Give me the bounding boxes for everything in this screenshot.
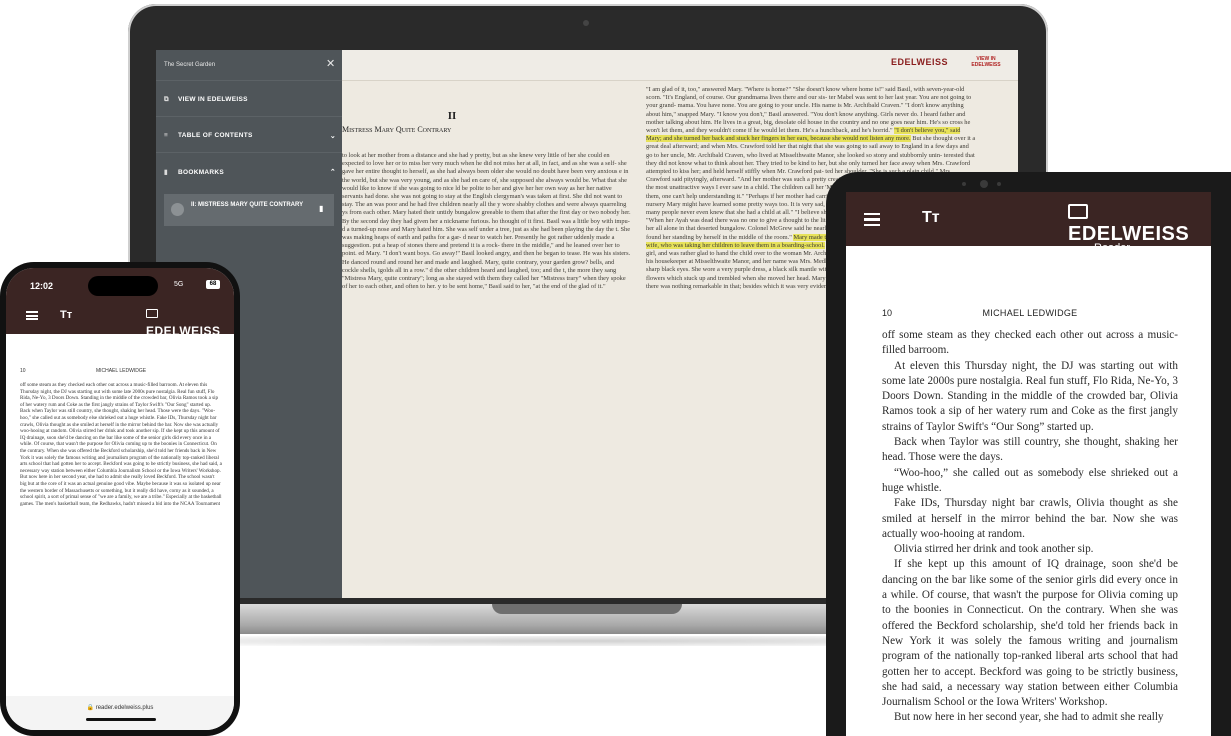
phone-brand-logo: EDELWEISS Reader [146,304,234,345]
bookmark-entry[interactable]: II: MISTRESS MARY QUITE CONTRARY ▮ [164,194,334,226]
phone-screen: 12:02 5G 68 Tт EDELWEISS Reader 10 MICHA… [6,268,234,730]
paragraph: Olivia stirred her drink and took anothe… [894,543,1094,556]
paragraph: If she kept up this amount of IQ drainag… [882,558,1178,709]
sidebar-divider [156,152,342,153]
bookmark-icon: ▮ [164,169,168,176]
tablet-screen: Tт EDELWEISS Reader 10 MICHAEL LEDWIDGE … [846,192,1211,736]
chapter-number: II [447,110,457,122]
battery-icon: 68 [206,280,220,289]
list-icon: ≡ [164,132,169,139]
signal-indicator: 5G [174,281,184,288]
home-indicator[interactable] [86,718,156,721]
tablet-sensor [997,182,1001,186]
dynamic-island [88,276,158,296]
sidebar-item-toc[interactable]: ≡ TABLE OF CONTENTS ⌄ [164,132,336,146]
menu-icon[interactable] [864,213,880,226]
sidebar-item-label: BOOKMARKS [178,169,225,176]
bookmark-title: II: MISTRESS MARY QUITE CONTRARY [191,202,304,208]
sidebar-divider [156,80,342,81]
laptop-brand-logo: EDELWEISS [890,57,948,67]
phone-app-bar: Tт EDELWEISS Reader [6,300,234,345]
book-icon [146,309,158,318]
paragraph: At eleven this Thursday night, the DJ wa… [882,359,1178,433]
author-header: MICHAEL LEDWIDGE [95,368,147,374]
paragraph: “Woo-hoo,” she called out as somebody el… [882,466,1178,494]
laptop-camera [583,20,589,26]
tablet-camera [980,180,988,188]
laptop-left-text: to look at her mother from a distance an… [342,152,631,291]
chapter-title: Mistress Mary Quite Contrary [342,125,452,134]
tablet-sensor [962,182,966,186]
tablet-app-bar: Tт EDELWEISS Reader [846,192,1211,254]
paragraph: Back when Taylor was still country, she … [882,436,1178,464]
chevron-up-icon: ⌃ [329,169,336,176]
phone-frame: 12:02 5G 68 Tт EDELWEISS Reader 10 MICHA… [0,262,240,736]
paragraph: off some steam as they checked each othe… [882,329,1178,357]
laptop-notch [492,604,682,614]
phone-page-header: 10 MICHAEL LEDWIDGE [20,368,222,374]
external-link-icon: ⧉ [164,96,169,103]
book-icon [1068,204,1088,219]
laptop-view-in-button[interactable]: VIEW IN EDELWEISS [968,56,1004,68]
sidebar-item-label: TABLE OF CONTENTS [178,132,253,139]
phone-time: 12:02 [30,281,54,291]
sidebar-divider [156,116,342,117]
phone-page-text: off some steam as they checked each othe… [20,382,222,507]
sidebar-item-bookmarks[interactable]: ▮ BOOKMARKS ⌃ [164,168,336,182]
phone-url-bar[interactable] [6,696,234,730]
text-size-icon[interactable]: Tт [60,309,72,321]
sidebar-book-title: The Secret Garden [164,62,216,68]
trash-icon[interactable]: ▮ [319,204,323,213]
phone-status-bar: 12:02 5G 68 [6,268,234,300]
brand-name: EDELWEISS [146,324,221,338]
tablet-page-text: off some steam as they checked each othe… [882,328,1178,726]
brand-sub: Reader [164,338,187,345]
phone-url[interactable]: 🔒 reader.edelweiss.plus [6,704,234,711]
laptop-left-page: II Mistress Mary Quite Contrary to look … [342,80,632,598]
bookmark-avatar [171,203,184,216]
menu-icon[interactable] [26,311,38,320]
text-size-icon[interactable]: Tт [922,209,940,227]
close-icon[interactable]: ✕ [326,57,335,70]
author-header: MICHAEL LEDWIDGE [982,308,1078,318]
chevron-down-icon: ⌄ [329,133,336,140]
sidebar-item-label: VIEW IN EDELWEISS [178,96,248,103]
paragraph: But now here in her second year, she had… [894,711,1164,724]
sidebar-item-view-in[interactable]: ⧉ VIEW IN EDELWEISS [164,96,336,110]
tablet-brand-logo: EDELWEISS Reader [1068,204,1211,254]
paragraph: Fake IDs, Thursday night bar crawls, Oli… [882,497,1178,540]
